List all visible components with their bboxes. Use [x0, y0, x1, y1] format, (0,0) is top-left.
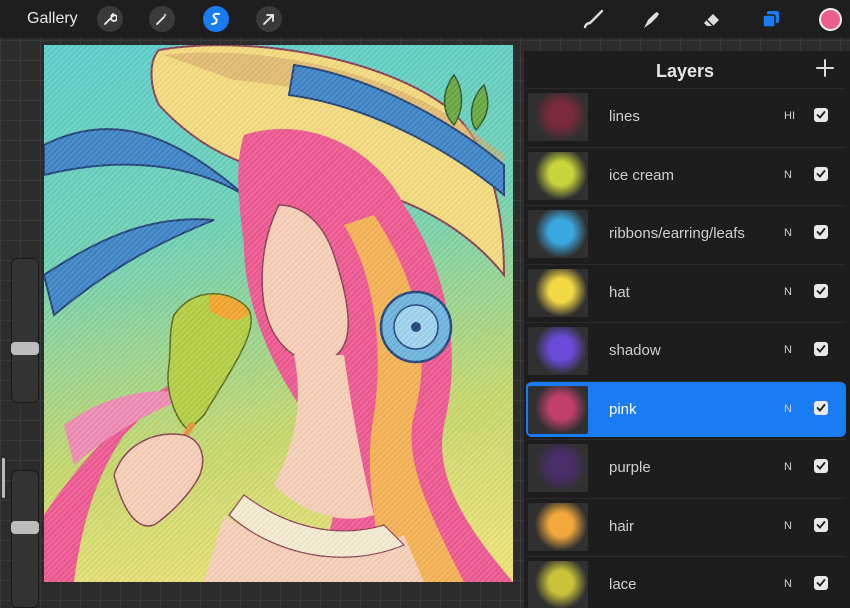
blend-mode-button[interactable]: N	[784, 403, 792, 415]
color-picker-button[interactable]	[819, 8, 842, 31]
layer-name: purple	[609, 459, 651, 476]
visibility-checkbox[interactable]	[814, 459, 828, 473]
layers-panel: Layers lines HI ice cream Nribbons/earring/…	[524, 51, 850, 608]
layer-name: ribbons/earring/leafs	[609, 225, 745, 242]
drawing-canvas[interactable]	[44, 45, 513, 582]
blend-mode-button[interactable]: N	[784, 578, 792, 590]
layer-row-ice-cream[interactable]: ice cream N	[526, 146, 846, 203]
visibility-checkbox[interactable]	[814, 400, 828, 415]
blend-mode-button[interactable]: N	[784, 169, 792, 181]
left-sidebar	[0, 38, 44, 608]
blend-mode-button[interactable]: N	[784, 520, 792, 532]
layers-panel-title: Layers	[656, 61, 715, 81]
layers-icon[interactable]	[757, 5, 785, 33]
visibility-checkbox[interactable]	[814, 342, 828, 356]
layer-name: ice cream	[609, 166, 675, 184]
blend-mode-button[interactable]: N	[784, 461, 792, 473]
layer-row-hair[interactable]: hair N	[526, 497, 846, 554]
transform-arrow-icon[interactable]	[256, 6, 282, 32]
layer-row-ribbons-earring-leafs[interactable]: ribbons/earring/leafs N	[526, 205, 846, 261]
blend-mode-button[interactable]: N	[784, 227, 792, 239]
artwork-illustration	[44, 45, 513, 582]
layer-thumbnail[interactable]	[528, 327, 588, 375]
visibility-checkbox[interactable]	[814, 108, 828, 122]
layer-name: lines	[609, 108, 640, 125]
top-toolbar: Gallery	[0, 0, 850, 38]
eraser-icon[interactable]	[698, 5, 726, 33]
layer-row-purple[interactable]: purple N	[526, 439, 846, 495]
visibility-checkbox[interactable]	[814, 517, 828, 532]
layer-thumbnail[interactable]	[528, 561, 588, 608]
layer-thumbnail[interactable]	[528, 502, 588, 551]
layer-thumbnail[interactable]	[528, 210, 588, 258]
layer-name: shadow	[609, 342, 661, 359]
magic-wand-icon[interactable]	[149, 6, 175, 32]
sidebar-handle[interactable]	[2, 458, 5, 498]
layer-thumbnail[interactable]	[528, 268, 588, 317]
selection-icon[interactable]	[203, 6, 229, 32]
blend-mode-button[interactable]: N	[784, 286, 792, 298]
opacity-slider-thumb[interactable]	[11, 520, 39, 534]
brush-size-slider[interactable]	[11, 258, 39, 403]
blend-mode-button[interactable]: N	[784, 344, 792, 356]
wrench-icon[interactable]	[97, 6, 123, 32]
layer-thumbnail[interactable]	[528, 151, 588, 200]
layer-row-pink[interactable]: pink N	[526, 380, 846, 437]
brush-size-slider-thumb[interactable]	[11, 342, 39, 356]
layer-name: pink	[609, 400, 637, 418]
blend-mode-button[interactable]: HI	[784, 110, 795, 122]
brush-icon[interactable]	[579, 5, 607, 33]
layer-thumbnail[interactable]	[528, 93, 588, 141]
gallery-button[interactable]: Gallery	[27, 10, 78, 28]
plus-icon[interactable]	[814, 57, 836, 79]
layer-thumbnail[interactable]	[528, 385, 588, 434]
visibility-checkbox[interactable]	[814, 225, 828, 239]
layer-row-hat[interactable]: hat N	[526, 263, 846, 320]
layer-row-lace[interactable]: lace N	[526, 556, 846, 608]
layer-row-shadow[interactable]: shadow N	[526, 322, 846, 378]
smudge-icon[interactable]	[637, 5, 665, 33]
layer-name: hat	[609, 283, 630, 301]
layer-thumbnail[interactable]	[528, 444, 588, 492]
layer-name: hair	[609, 517, 635, 535]
layer-name: lace	[609, 576, 637, 593]
visibility-checkbox[interactable]	[814, 283, 828, 298]
opacity-slider[interactable]	[11, 470, 39, 608]
visibility-checkbox[interactable]	[814, 166, 828, 181]
layer-row-lines[interactable]: lines HI	[526, 88, 846, 144]
visibility-checkbox[interactable]	[814, 576, 828, 590]
